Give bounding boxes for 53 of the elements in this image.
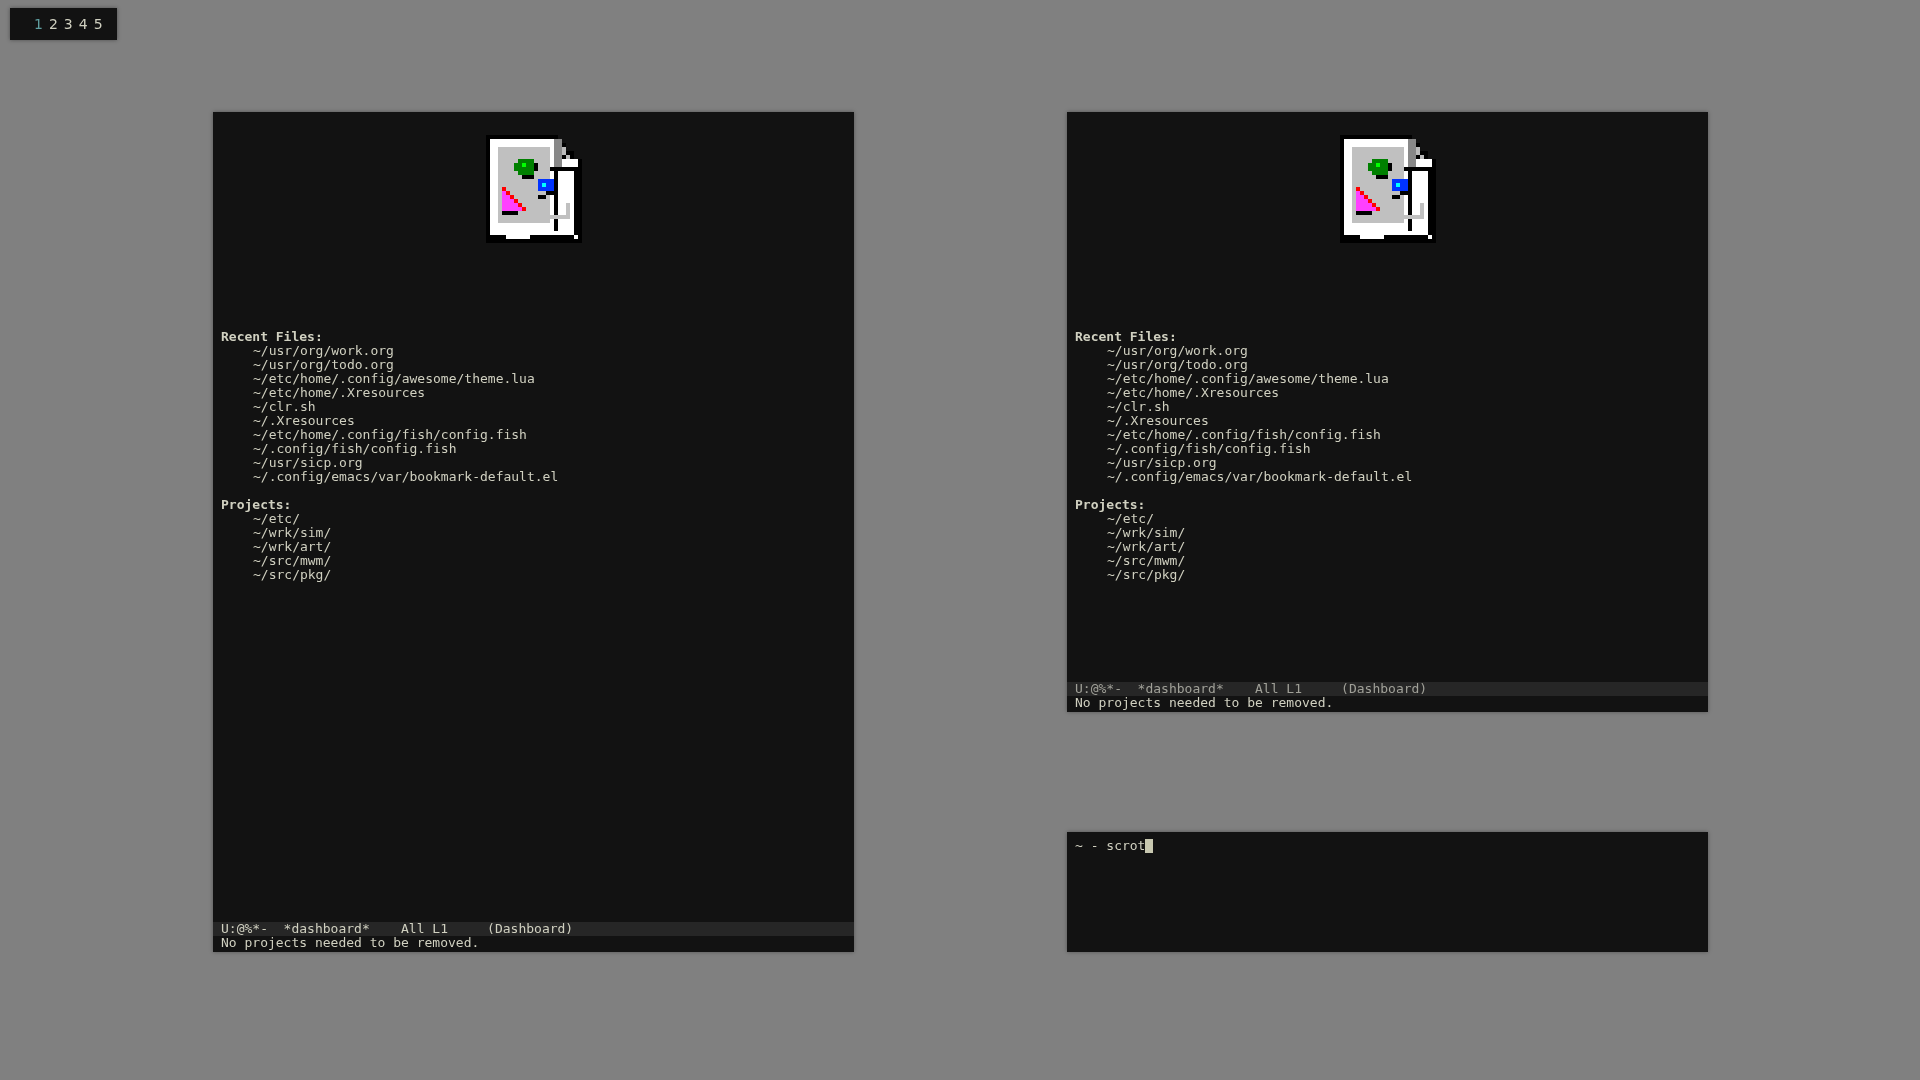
file-path-link[interactable]: ~/clr.sh [1075, 400, 1170, 414]
buffer-flags: U:@%*- [1075, 682, 1122, 696]
file-path-link[interactable]: ~/wrk/art/ [221, 540, 332, 554]
file-path-link[interactable]: ~/.config/emacs/var/bookmark-default.el [1075, 470, 1413, 484]
file-path-link[interactable]: ~/.config/fish/config.fish [221, 442, 457, 456]
section-heading: Projects: [221, 498, 292, 512]
file-path-link[interactable]: ~/etc/ [1075, 512, 1154, 526]
buffer-name: *dashboard* [283, 922, 370, 936]
broken-image-icon [485, 135, 582, 243]
file-path-link[interactable]: ~/etc/home/.Xresources [221, 386, 426, 400]
file-path-link[interactable]: ~/usr/org/todo.org [221, 358, 394, 372]
file-path-link[interactable]: ~/usr/org/work.org [221, 344, 394, 358]
workspace-tag[interactable]: 5 [93, 16, 103, 32]
text-cursor [1145, 839, 1154, 853]
cursor-position: All L1 [1255, 682, 1302, 696]
file-path-link[interactable]: ~/etc/home/.config/fish/config.fish [221, 428, 527, 442]
file-path-link[interactable]: ~/wrk/sim/ [221, 526, 332, 540]
file-path-link[interactable]: ~/etc/home/.config/awesome/theme.lua [1075, 372, 1389, 386]
file-path-link[interactable]: ~/src/pkg/ [221, 568, 332, 582]
cursor-position: All L1 [401, 922, 448, 936]
file-path-link[interactable]: ~/etc/home/.config/fish/config.fish [1075, 428, 1381, 442]
workspace-tag[interactable]: 3 [63, 16, 73, 32]
file-path-link[interactable]: ~/clr.sh [221, 400, 316, 414]
broken-image-icon [1339, 135, 1436, 243]
file-path-link[interactable]: ~/etc/home/.Xresources [1075, 386, 1280, 400]
echo-message: No projects needed to be removed. [220, 936, 481, 952]
section-heading: Projects: [1075, 498, 1146, 512]
file-path-link[interactable]: ~/src/mwm/ [1075, 554, 1186, 568]
workspace-tag[interactable]: 1 [34, 16, 43, 32]
major-mode: (Dashboard) [1341, 682, 1428, 696]
file-path-link[interactable]: ~/usr/org/todo.org [1075, 358, 1248, 372]
workspace-tag[interactable]: 4 [78, 16, 88, 32]
buffer-flags: U:@%*- [221, 922, 268, 936]
file-path-link[interactable]: ~/usr/sicp.org [1075, 456, 1217, 470]
workspace-tag[interactable]: 2 [48, 16, 58, 32]
file-path-link[interactable]: ~/src/pkg/ [1075, 568, 1186, 582]
file-path-link[interactable]: ~/etc/home/.config/awesome/theme.lua [221, 372, 535, 386]
file-path-link[interactable]: ~/usr/org/work.org [1075, 344, 1248, 358]
file-path-link[interactable]: ~/wrk/sim/ [1075, 526, 1186, 540]
file-path-link[interactable]: ~/etc/ [221, 512, 300, 526]
shell-prompt: ~ - scrot [1075, 839, 1146, 853]
echo-message: No projects needed to be removed. [1074, 696, 1335, 712]
section-heading: Recent Files: [221, 330, 323, 344]
section-heading: Recent Files: [1075, 330, 1177, 344]
file-path-link[interactable]: ~/.config/fish/config.fish [1075, 442, 1311, 456]
file-path-link[interactable]: ~/usr/sicp.org [221, 456, 363, 470]
file-path-link[interactable]: ~/wrk/art/ [1075, 540, 1186, 554]
file-path-link[interactable]: ~/.Xresources [221, 414, 355, 428]
file-path-link[interactable]: ~/src/mwm/ [221, 554, 332, 568]
major-mode: (Dashboard) [487, 922, 574, 936]
file-path-link[interactable]: ~/.config/emacs/var/bookmark-default.el [221, 470, 559, 484]
file-path-link[interactable]: ~/.Xresources [1075, 414, 1209, 428]
buffer-name: *dashboard* [1137, 682, 1224, 696]
